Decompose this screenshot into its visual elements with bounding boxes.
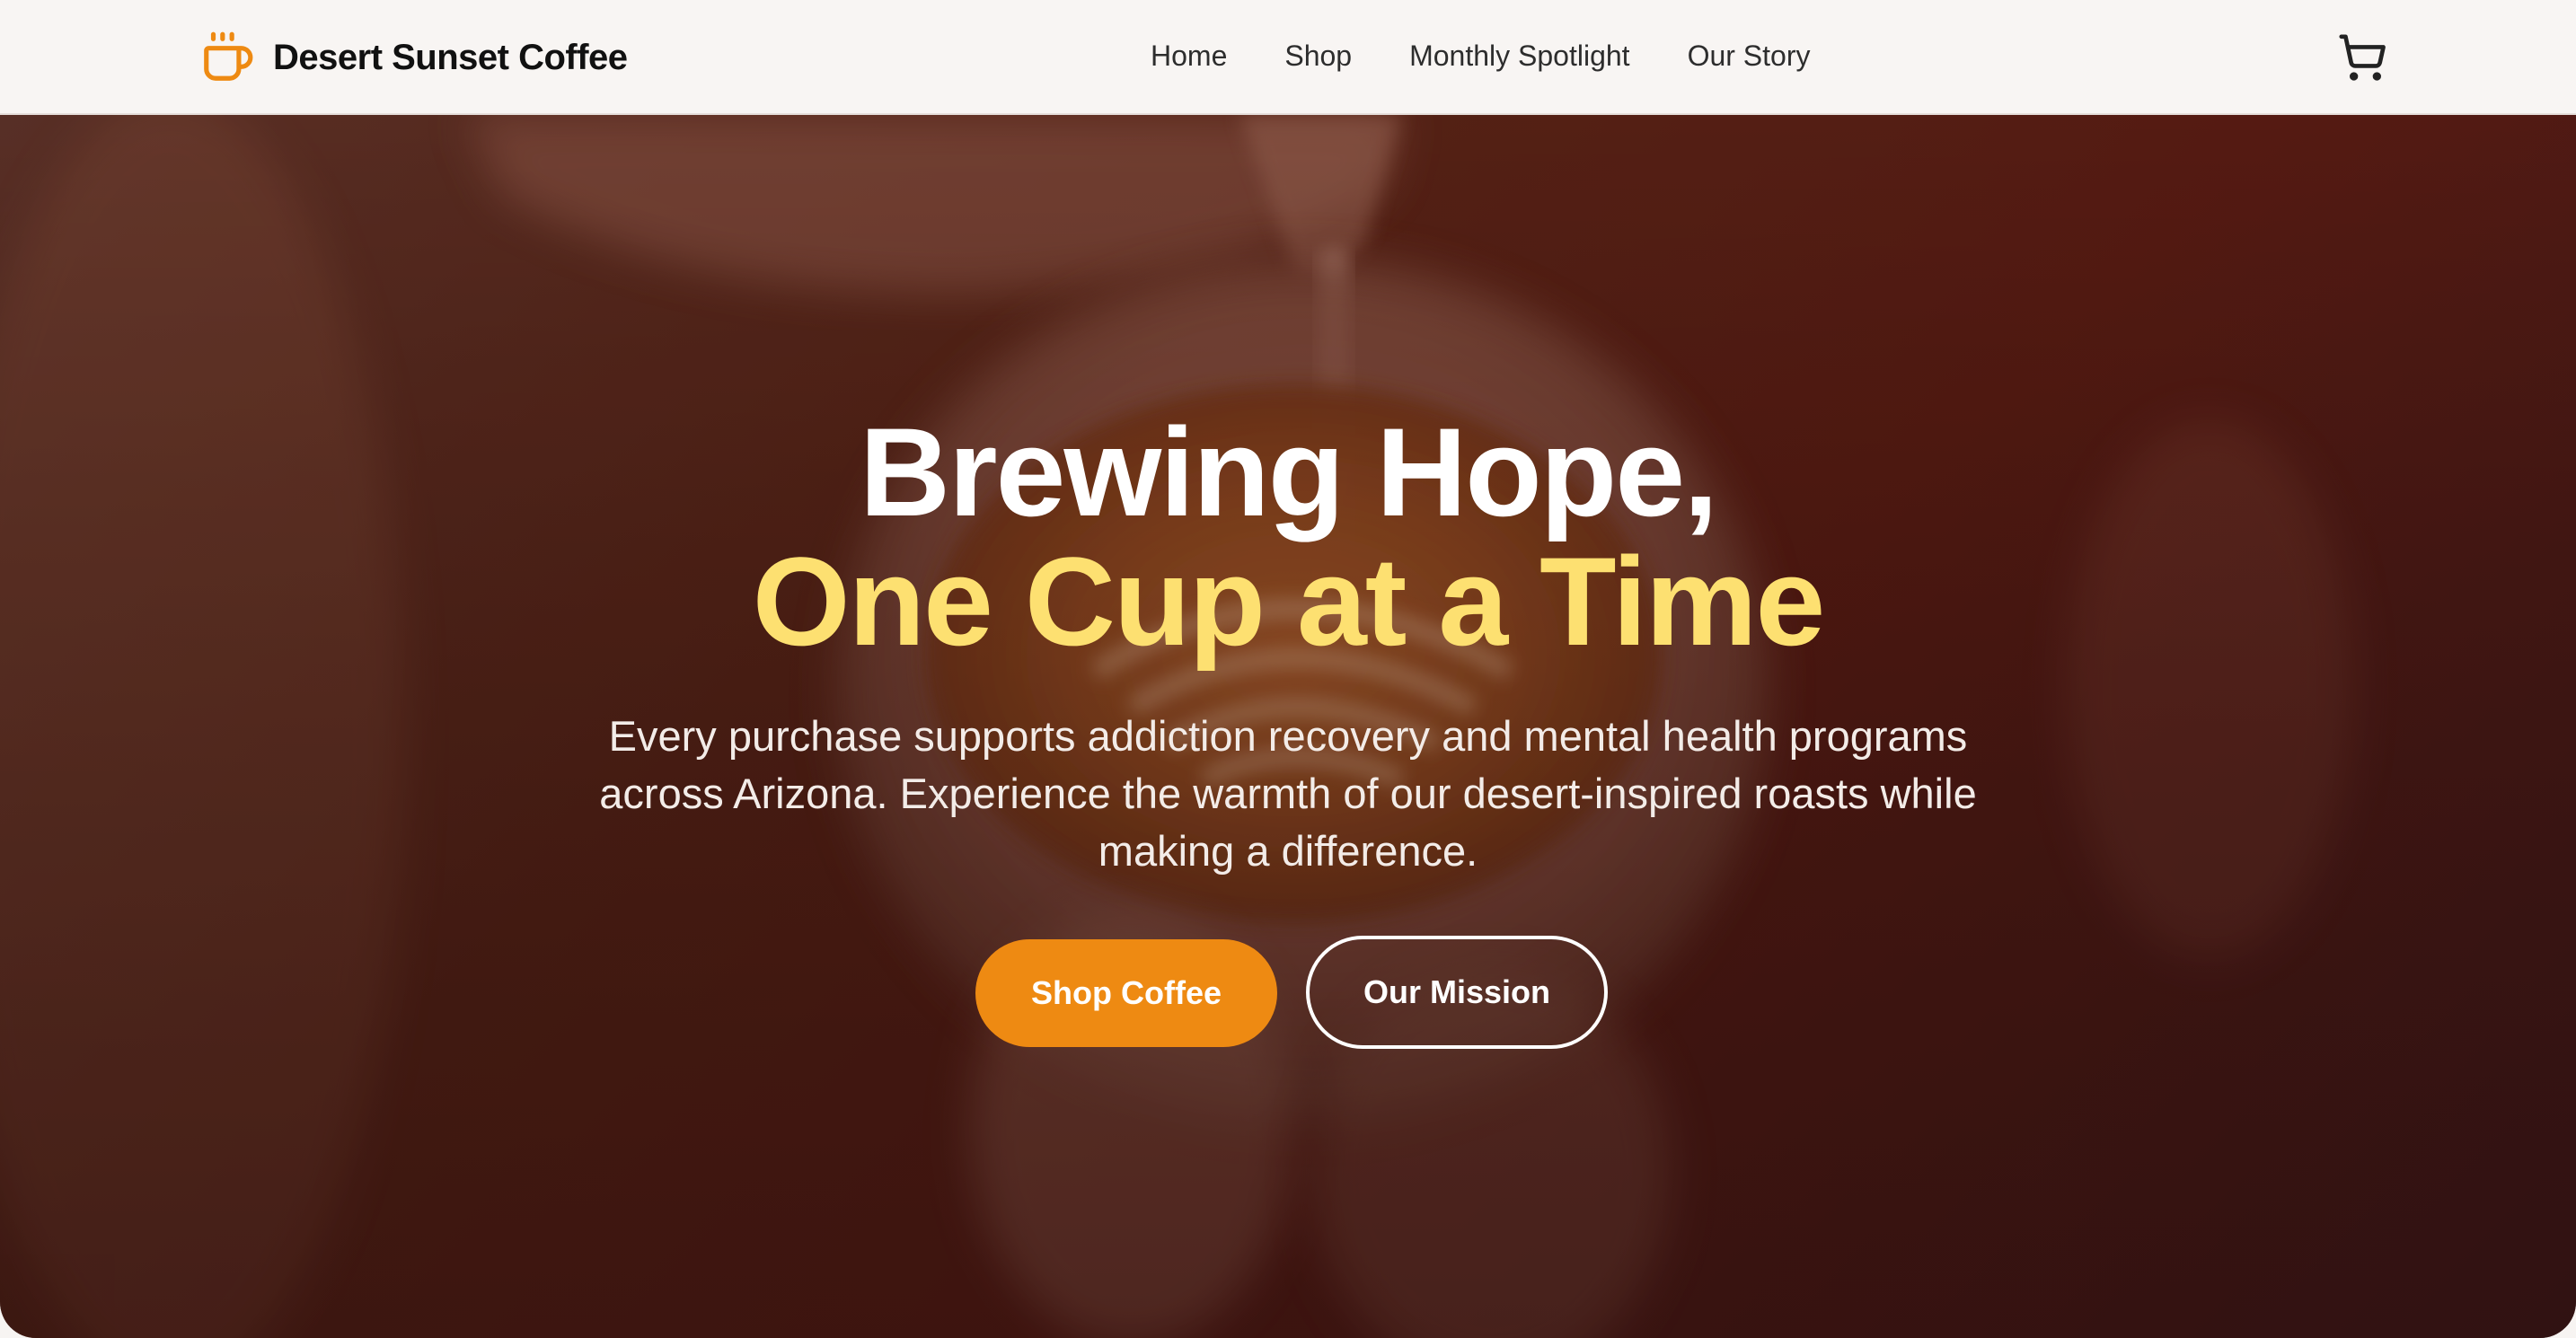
nav-link-our-story[interactable]: Our Story [1688, 36, 1811, 75]
page: Desert Sunset Coffee Home Shop Monthly S… [0, 0, 2576, 1338]
main-nav: Home Shop Monthly Spotlight Our Story [1151, 36, 1810, 75]
nav-link-home[interactable]: Home [1151, 36, 1227, 75]
top-navbar: Desert Sunset Coffee Home Shop Monthly S… [0, 0, 2576, 115]
brand-name: Desert Sunset Coffee [273, 37, 628, 77]
hero-subtext: Every purchase supports addiction recove… [599, 712, 1977, 875]
hero-headline-line1: Brewing Hope, [859, 401, 1718, 542]
our-mission-button[interactable]: Our Mission [1306, 936, 1608, 1049]
coffee-cup-icon [204, 31, 253, 81]
hero-section: Brewing Hope, One Cup at a Time Every pu… [0, 115, 2576, 1338]
brand-logo-link[interactable]: Desert Sunset Coffee [199, 23, 628, 92]
shop-coffee-button[interactable]: Shop Coffee [975, 939, 1277, 1047]
cart-icon[interactable] [2337, 32, 2387, 83]
hero-headline-line2: One Cup at a Time [752, 531, 1826, 672]
nav-link-shop[interactable]: Shop [1284, 36, 1352, 75]
hero-content: Brewing Hope, One Cup at a Time Every pu… [0, 115, 2576, 1338]
nav-link-monthly-spotlight[interactable]: Monthly Spotlight [1409, 36, 1629, 75]
